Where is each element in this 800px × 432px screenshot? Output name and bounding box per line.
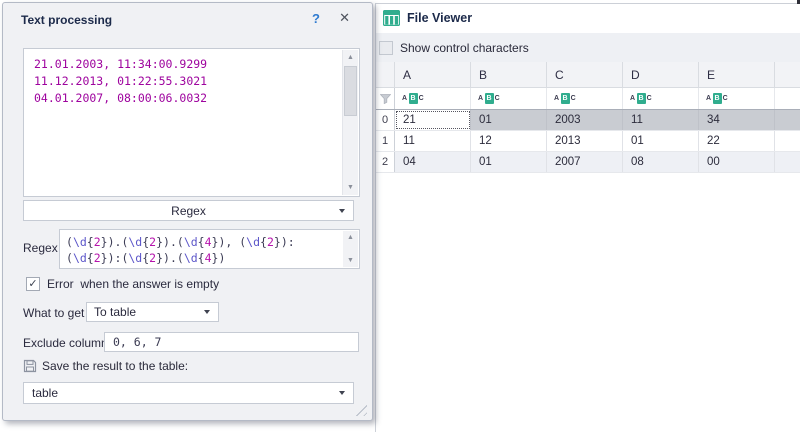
scroll-down-icon[interactable]: ▼: [343, 180, 358, 195]
save-label: Save the result to the table:: [42, 359, 188, 373]
input-textarea[interactable]: 21.01.2003, 11:34:00.929911.12.2013, 01:…: [23, 48, 360, 197]
file-viewer-toolbar: Show control characters: [376, 33, 800, 62]
save-row: Save the result to the table:: [23, 359, 188, 373]
table-cell[interactable]: 08: [623, 152, 699, 172]
save-table-combo[interactable]: table: [23, 382, 354, 404]
input-text-line: 04.01.2007, 08:00:06.0032: [34, 90, 339, 107]
exclude-columns-label: Exclude columns: [23, 336, 114, 350]
table-cell[interactable]: 34: [699, 110, 775, 130]
filter-corner-cell[interactable]: [376, 88, 395, 109]
table-cell[interactable]: 12: [471, 131, 547, 151]
text-type-icon: ABC: [706, 93, 728, 104]
textarea-scrollbar[interactable]: ▲ ▼: [342, 50, 358, 195]
table-cell[interactable]: 01: [623, 131, 699, 151]
show-control-characters-label: Show control characters: [400, 41, 529, 55]
row-header[interactable]: 2: [376, 152, 395, 172]
text-type-icon: ABC: [554, 93, 576, 104]
input-text-line: 21.01.2003, 11:34:00.9299: [34, 56, 339, 73]
error-checkbox[interactable]: ✓: [26, 277, 40, 291]
table-row[interactable]: 2040120070800: [376, 152, 800, 173]
table-cell[interactable]: 04: [395, 152, 471, 172]
help-icon[interactable]: ?: [312, 11, 320, 26]
dialog-title-bar[interactable]: Text processing ? ✕: [3, 3, 372, 31]
column-header[interactable]: D: [623, 62, 699, 87]
regex-label: Regex: [23, 241, 58, 255]
table-cell[interactable]: 22: [699, 131, 775, 151]
row-header[interactable]: 1: [376, 131, 395, 151]
text-processing-dialog: Text processing ? ✕ 21.01.2003, 11:34:00…: [2, 2, 373, 421]
save-table-combo-value: table: [32, 386, 58, 400]
file-viewer-header: File Viewer: [376, 4, 800, 33]
mode-combo-value: Regex: [171, 204, 206, 218]
table-body: 021012003113411112201301222040120070800: [376, 110, 800, 173]
chevron-down-icon: [339, 391, 345, 395]
table-cell[interactable]: 11: [623, 110, 699, 130]
column-header[interactable]: A: [395, 62, 471, 87]
table-filler-cell: [775, 62, 800, 87]
table-filler-cell: [775, 152, 800, 172]
file-viewer-table: ABCDE ABCABCABCABCABC 021012003113411112…: [376, 62, 800, 173]
regex-line: (\d{2}).(\d{2}).(\d{4}), (\d{2}):: [66, 234, 341, 250]
table-header-row: ABCDE: [376, 62, 800, 88]
regex-scrollbar[interactable]: ▲ ▼: [343, 231, 358, 267]
what-to-get-combo[interactable]: To table: [86, 302, 219, 322]
column-header[interactable]: E: [699, 62, 775, 87]
table-cell[interactable]: 00: [699, 152, 775, 172]
regex-line: (\d{2}):(\d{2}).(\d{4}): [66, 250, 341, 266]
scroll-up-icon[interactable]: ▲: [343, 231, 358, 244]
close-icon[interactable]: ✕: [339, 10, 350, 26]
screen: File Viewer Show control characters ABCD…: [0, 0, 800, 432]
show-control-characters-checkbox[interactable]: [379, 41, 393, 55]
save-floppy-icon: [23, 359, 37, 373]
table-corner-cell: [376, 62, 395, 87]
error-checkbox-label: Error when the answer is empty: [47, 277, 219, 291]
table-filler-cell: [775, 88, 800, 109]
scrollbar-thumb[interactable]: [344, 66, 357, 116]
table-row[interactable]: 1111220130122: [376, 131, 800, 152]
what-to-get-value: To table: [94, 305, 136, 319]
input-textarea-content: 21.01.2003, 11:34:00.929911.12.2013, 01:…: [34, 56, 339, 192]
file-viewer-panel: File Viewer Show control characters ABCD…: [375, 3, 800, 432]
table-filter-row: ABC ABC ABC ABC ABC: [376, 88, 800, 110]
chevron-down-icon: [204, 310, 210, 314]
text-type-icon: ABC: [630, 93, 652, 104]
row-header[interactable]: 0: [376, 110, 395, 130]
table-filler-cell: [775, 131, 800, 151]
table-cell[interactable]: 21: [395, 110, 471, 130]
what-to-get-label: What to get: [23, 306, 84, 320]
table-row[interactable]: 0210120031134: [376, 110, 800, 131]
dialog-title: Text processing: [21, 13, 112, 27]
table-cell[interactable]: 2013: [547, 131, 623, 151]
column-type-cell[interactable]: ABC: [547, 88, 623, 109]
mode-combo[interactable]: Regex: [23, 200, 354, 221]
exclude-columns-input[interactable]: 0, 6, 7: [104, 332, 359, 352]
column-type-cell[interactable]: ABC: [471, 88, 547, 109]
table-cell[interactable]: 2003: [547, 110, 623, 130]
regex-input[interactable]: (\d{2}).(\d{2}).(\d{4}), (\d{2}):(\d{2})…: [59, 229, 360, 269]
scroll-down-icon[interactable]: ▼: [343, 254, 358, 267]
error-checkbox-row: ✓ Error when the answer is empty: [26, 277, 219, 291]
column-header[interactable]: C: [547, 62, 623, 87]
table-cell[interactable]: 2007: [547, 152, 623, 172]
table-cell[interactable]: 01: [471, 110, 547, 130]
column-type-cell[interactable]: ABC: [395, 88, 471, 109]
text-type-icon: ABC: [402, 93, 424, 104]
table-filler-cell: [775, 110, 800, 130]
column-header[interactable]: B: [471, 62, 547, 87]
scroll-up-icon[interactable]: ▲: [343, 50, 358, 65]
column-type-cell[interactable]: ABC: [699, 88, 775, 109]
column-type-cell[interactable]: ABC: [623, 88, 699, 109]
filter-funnel-icon: [380, 94, 391, 104]
file-viewer-title: File Viewer: [407, 11, 472, 25]
chevron-down-icon: [339, 209, 345, 213]
table-cell[interactable]: 11: [395, 131, 471, 151]
table-cell[interactable]: 01: [471, 152, 547, 172]
text-type-icon: ABC: [478, 93, 500, 104]
table-grid-icon: [383, 10, 400, 26]
regex-input-content: (\d{2}).(\d{2}).(\d{4}), (\d{2}):(\d{2})…: [66, 234, 341, 266]
resize-grip[interactable]: [353, 402, 367, 416]
exclude-columns-value: 0, 6, 7: [113, 335, 161, 349]
input-text-line: 11.12.2013, 01:22:55.3021: [34, 73, 339, 90]
